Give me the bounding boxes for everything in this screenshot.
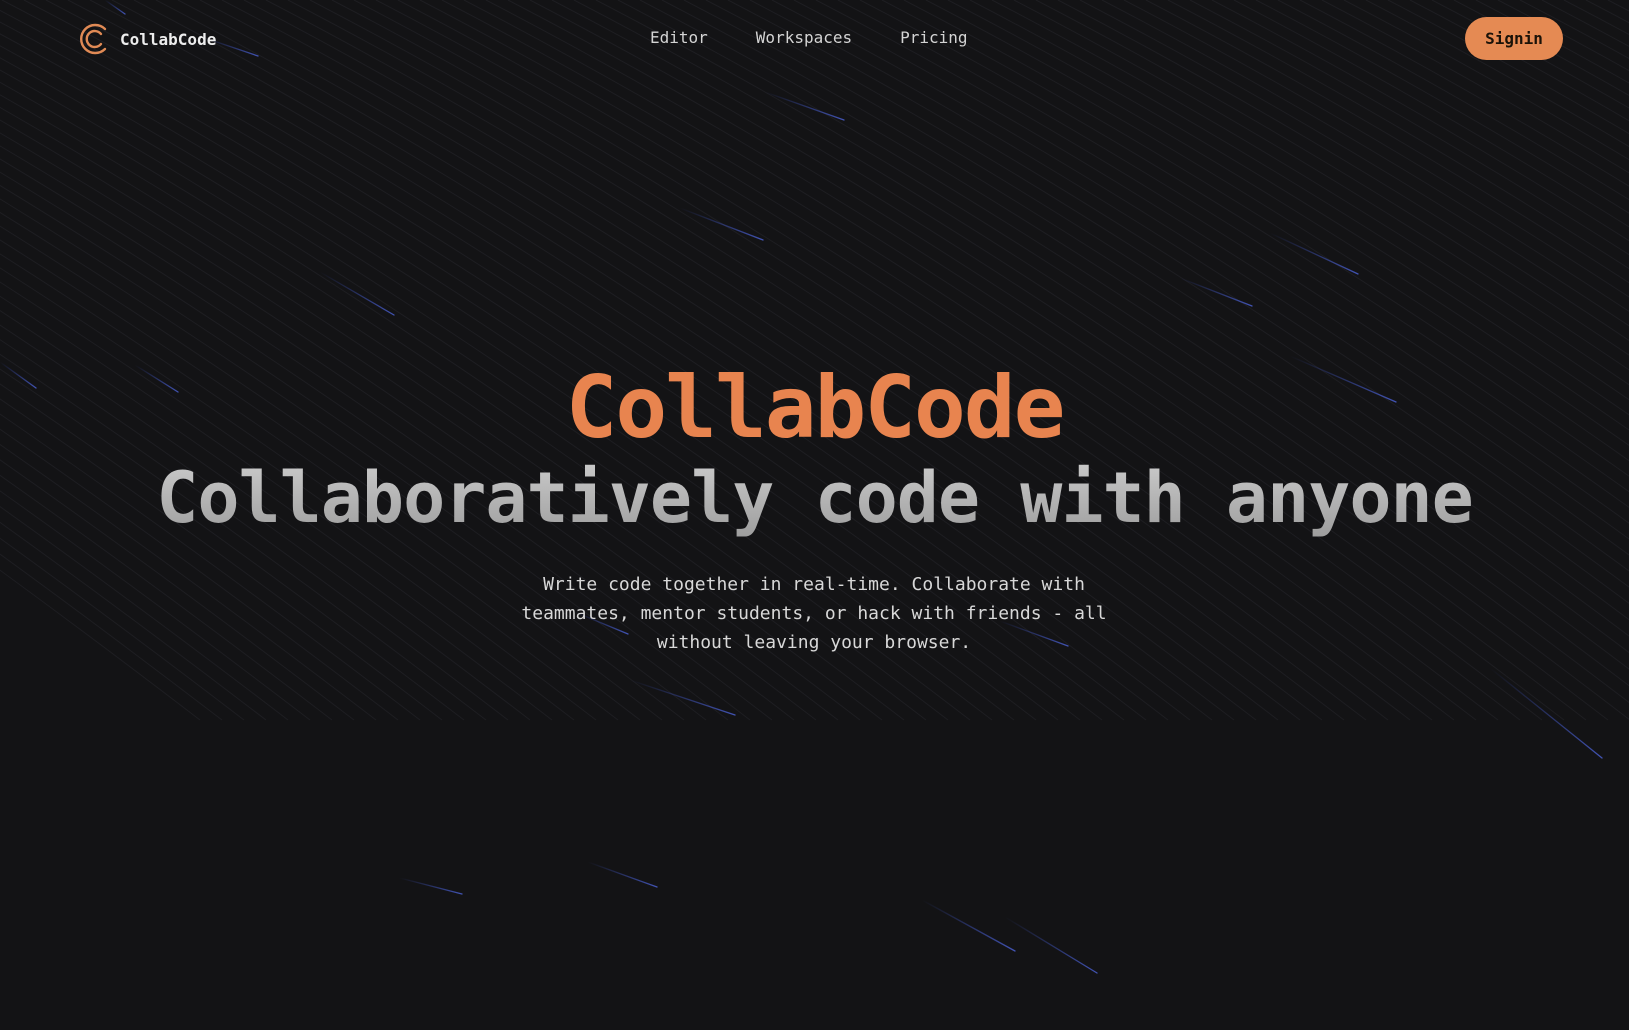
nav-link-pricing[interactable]: Pricing bbox=[900, 28, 967, 47]
brand-name: CollabCode bbox=[120, 29, 217, 49]
collabcode-logo-icon bbox=[80, 23, 107, 55]
brand-logo-link[interactable]: CollabCode bbox=[78, 22, 216, 56]
landing-page: CollabCode Editor Workspaces Pricing Sig… bbox=[0, 0, 1629, 1030]
hero-subtitle: Collaboratively code with anyone bbox=[0, 453, 1629, 543]
hero-title: CollabCode bbox=[565, 358, 1066, 458]
main-nav: Editor Workspaces Pricing bbox=[650, 28, 968, 47]
nav-link-editor[interactable]: Editor bbox=[650, 28, 708, 47]
hero-description: Write code together in real-time. Collab… bbox=[521, 574, 1107, 653]
nav-link-workspaces[interactable]: Workspaces bbox=[756, 28, 852, 47]
signin-button[interactable]: Signin bbox=[1465, 17, 1563, 60]
